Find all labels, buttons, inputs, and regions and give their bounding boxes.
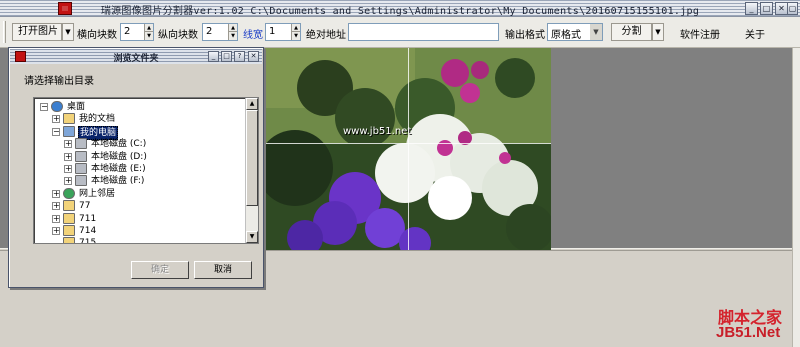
dialog-prompt: 请选择输出目录	[24, 76, 94, 87]
spin-up-icon[interactable]: ▲	[145, 24, 153, 32]
cancel-button[interactable]: 取消	[194, 261, 252, 279]
expand-icon[interactable]: +	[52, 227, 60, 235]
loaded-image: www.jb51.net	[265, 48, 551, 250]
site-watermark-en: JB51.Net	[716, 324, 781, 341]
desktop-icon	[51, 101, 63, 112]
spin-up-icon[interactable]: ▲	[229, 24, 237, 32]
restore-button[interactable]: ▢	[787, 2, 798, 15]
flower-photo	[265, 48, 551, 250]
maximize-button[interactable]: □	[760, 2, 773, 15]
line-width-spinner[interactable]: 1 ▲ ▼	[265, 23, 301, 41]
tree-node-label[interactable]: 本地磁盘 (C:)	[90, 138, 147, 150]
dialog-help-button[interactable]: ?	[234, 51, 245, 62]
collapse-icon[interactable]: −	[52, 127, 60, 136]
title-bar: 瑞源图像图片分割器ver:1.02 C:\Documents and Setti…	[0, 0, 800, 17]
folder-icon	[63, 225, 75, 236]
expand-icon[interactable]: +	[64, 152, 72, 161]
ok-button[interactable]: 确定	[131, 261, 189, 279]
tree-node-label[interactable]: 77	[78, 200, 91, 212]
horizontal-count-label: 横向块数	[77, 30, 117, 41]
line-width-value[interactable]: 1	[269, 26, 275, 37]
expand-icon[interactable]: +	[64, 165, 72, 173]
path-input[interactable]	[348, 23, 499, 41]
drive-icon	[75, 150, 87, 162]
network-icon	[63, 187, 75, 199]
minimize-button[interactable]: _	[745, 2, 758, 15]
folder-icon	[63, 200, 75, 212]
dialog-maximize-button[interactable]: □	[221, 51, 232, 62]
computer-icon	[63, 125, 75, 137]
folder-icon	[63, 237, 75, 243]
drive-icon	[75, 175, 87, 187]
spin-down-icon[interactable]: ▼	[145, 32, 153, 40]
scroll-down-icon[interactable]: ▼	[246, 231, 258, 243]
split-dropdown[interactable]: ▼	[652, 23, 664, 41]
dialog-close-button[interactable]: ✕	[248, 51, 259, 62]
line-width-label[interactable]: 线宽	[243, 26, 263, 41]
collapse-icon[interactable]: −	[40, 103, 48, 111]
tree-node-label[interactable]: 桌面	[66, 101, 86, 113]
spin-up-icon[interactable]: ▲	[292, 24, 300, 32]
path-label: 绝对地址	[306, 30, 346, 41]
output-format-value[interactable]: 原格式	[551, 26, 581, 41]
horizontal-count-value[interactable]: 2	[124, 26, 130, 37]
output-format-select[interactable]: 原格式 ▼	[547, 23, 603, 41]
window-title: 瑞源图像图片分割器ver:1.02 C:\Documents and Setti…	[100, 6, 700, 17]
tree-node-label[interactable]: 本地磁盘 (E:)	[90, 163, 147, 175]
about-button[interactable]: 关于	[745, 26, 765, 41]
toolbar: 打开图片 ▼ 横向块数 2 ▲ ▼ 纵向块数 2 ▲ ▼ 线宽 1 ▲ ▼ 绝对地址 …	[0, 17, 800, 48]
dialog-title-bar[interactable]: 浏览文件夹 _ □ ? ✕	[10, 49, 262, 64]
tree-node-label[interactable]: 715	[78, 237, 97, 243]
browse-folder-dialog: 浏览文件夹 _ □ ? ✕ 请选择输出目录 − 桌面 + 我的文档 − 我的电脑 + 本地磁盘…	[8, 47, 264, 288]
tree-node-label[interactable]: 714	[78, 225, 97, 237]
output-format-label: 输出格式	[505, 30, 545, 41]
scroll-up-icon[interactable]: ▲	[246, 98, 258, 110]
scroll-thumb[interactable]	[246, 110, 258, 206]
expand-icon[interactable]: +	[52, 202, 60, 211]
tree-node-label[interactable]: 我的文档	[78, 113, 116, 125]
photo-watermark: www.jb51.net	[343, 126, 412, 137]
documents-folder-icon	[63, 113, 75, 125]
folder-tree-list: − 桌面 + 我的文档 − 我的电脑 + 本地磁盘 (C:) + 本地磁盘 (D:) + 本地磁盘 (…	[34, 98, 246, 243]
expand-icon[interactable]: +	[64, 140, 72, 149]
vertical-count-value[interactable]: 2	[206, 26, 212, 37]
tree-node-label[interactable]: 711	[78, 213, 97, 225]
vertical-count-spinner[interactable]: 2 ▲ ▼	[202, 23, 238, 41]
horizontal-count-spinner[interactable]: 2 ▲ ▼	[120, 23, 154, 41]
expand-icon[interactable]: +	[52, 189, 60, 198]
folder-icon	[63, 212, 75, 224]
chevron-down-icon[interactable]: ▼	[590, 24, 602, 40]
tree-node-label[interactable]: 本地磁盘 (D:)	[90, 151, 148, 163]
toolbar-grip[interactable]	[3, 21, 6, 43]
register-button[interactable]: 软件注册	[680, 26, 720, 41]
spin-down-icon[interactable]: ▼	[292, 32, 300, 40]
drive-icon	[75, 138, 87, 150]
tree-scrollbar[interactable]: ▲ ▼	[245, 98, 258, 243]
folder-tree[interactable]: − 桌面 + 我的文档 − 我的电脑 + 本地磁盘 (C:) + 本地磁盘 (D:) + 本地磁盘 (…	[33, 97, 259, 244]
open-image-dropdown[interactable]: ▼	[62, 23, 74, 41]
dialog-minimize-button[interactable]: _	[208, 51, 219, 62]
drive-icon	[75, 163, 87, 174]
tree-node-label[interactable]: 本地磁盘 (F:)	[90, 175, 145, 187]
site-watermark: 脚本之家 JB51.Net	[690, 300, 795, 345]
tree-node-label[interactable]: 网上邻居	[78, 188, 116, 200]
expand-icon[interactable]: +	[52, 115, 60, 124]
vertical-count-label: 纵向块数	[158, 30, 198, 41]
split-button[interactable]: 分割	[611, 23, 652, 41]
open-image-button[interactable]: 打开图片	[12, 23, 62, 41]
expand-icon[interactable]: +	[52, 214, 60, 223]
spin-down-icon[interactable]: ▼	[229, 32, 237, 40]
expand-icon[interactable]: +	[64, 177, 72, 186]
